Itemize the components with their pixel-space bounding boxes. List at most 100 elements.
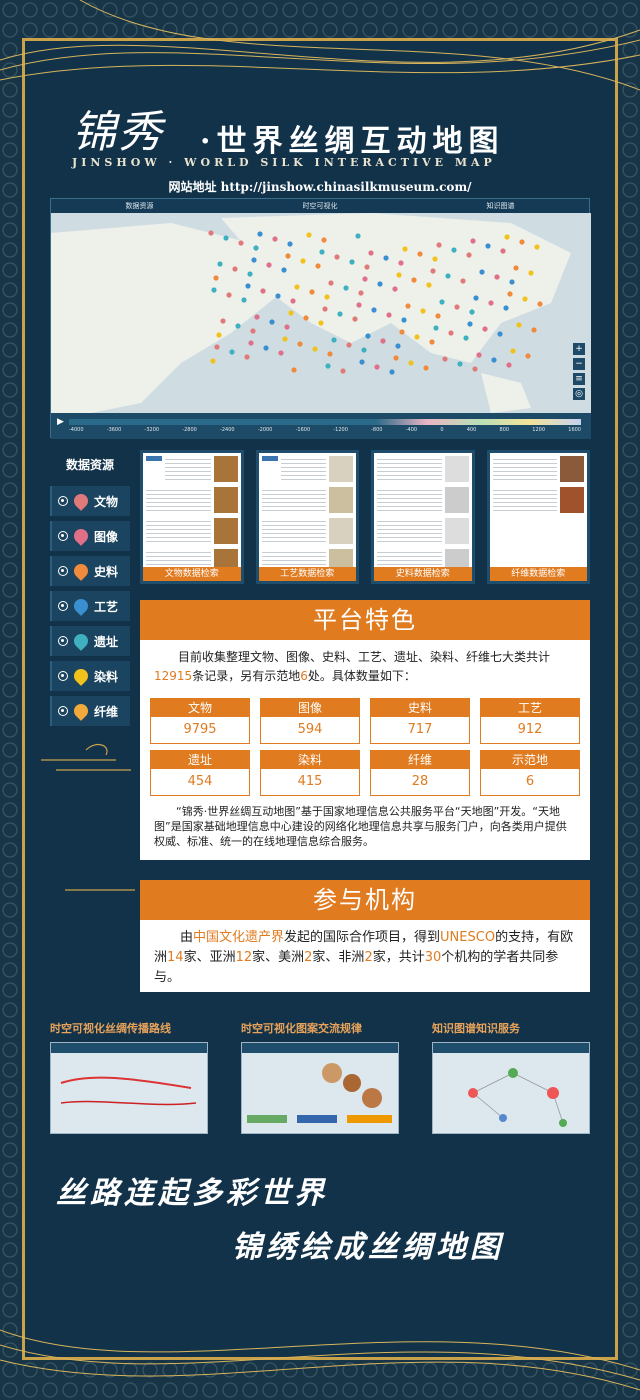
map-pin[interactable]: [457, 361, 463, 367]
map-pin[interactable]: [318, 320, 324, 326]
map-pin[interactable]: [309, 289, 315, 295]
map-pin[interactable]: [386, 312, 392, 318]
map-pin[interactable]: [331, 337, 337, 343]
showcase-pattern-exchange[interactable]: 时空可视化图案交流规律: [241, 1020, 399, 1136]
historical-search-card[interactable]: 史料数据检索: [371, 450, 475, 584]
zoom-out-icon[interactable]: −: [573, 358, 585, 370]
sidebar-item-6[interactable]: 纤维: [50, 696, 130, 726]
radio-icon[interactable]: [58, 601, 68, 611]
map-pin[interactable]: [503, 305, 509, 311]
map-pin[interactable]: [525, 353, 531, 359]
radio-icon[interactable]: [58, 706, 68, 716]
map-pin[interactable]: [504, 234, 510, 240]
map-pin[interactable]: [445, 273, 451, 279]
radio-icon[interactable]: [58, 496, 68, 506]
map-pin[interactable]: [217, 261, 223, 267]
map-pin[interactable]: [491, 357, 497, 363]
map-pin[interactable]: [216, 332, 222, 338]
artifact-search-card[interactable]: 文物数据检索: [140, 450, 244, 584]
map-pin[interactable]: [472, 366, 478, 372]
map-pin[interactable]: [266, 262, 272, 268]
sidebar-item-4[interactable]: 遗址: [50, 626, 130, 656]
locate-icon[interactable]: ◎: [573, 388, 585, 400]
map-pin[interactable]: [467, 321, 473, 327]
map-pin[interactable]: [250, 328, 256, 334]
map-pin[interactable]: [275, 293, 281, 299]
fiber-search-card[interactable]: 纤维数据检索: [486, 450, 590, 584]
map-pin[interactable]: [528, 270, 534, 276]
map-pin[interactable]: [235, 323, 241, 329]
map-pin[interactable]: [510, 348, 516, 354]
website-address[interactable]: 网站地址 http://jinshow.chinasilkmuseum.com/: [0, 178, 640, 195]
map-pin[interactable]: [506, 362, 512, 368]
map-pin[interactable]: [349, 259, 355, 265]
map-pin[interactable]: [263, 345, 269, 351]
map-pin[interactable]: [448, 330, 454, 336]
map-pin[interactable]: [519, 239, 525, 245]
map-pin[interactable]: [383, 255, 389, 261]
map-pin[interactable]: [380, 338, 386, 344]
map-pin[interactable]: [328, 280, 334, 286]
map-pin[interactable]: [359, 359, 365, 365]
map-pin[interactable]: [294, 284, 300, 290]
sidebar-item-2[interactable]: 史料: [50, 556, 130, 586]
map-pin[interactable]: [287, 241, 293, 247]
map-pin[interactable]: [365, 333, 371, 339]
map-pin[interactable]: [423, 365, 429, 371]
map-pin[interactable]: [244, 354, 250, 360]
map-pin[interactable]: [324, 294, 330, 300]
map-pin[interactable]: [395, 343, 401, 349]
map-pin[interactable]: [482, 326, 488, 332]
map-pin[interactable]: [420, 308, 426, 314]
map-pin[interactable]: [356, 302, 362, 308]
map-pin[interactable]: [531, 327, 537, 333]
map-pin[interactable]: [494, 274, 500, 280]
map-pin[interactable]: [253, 245, 259, 251]
map-pin[interactable]: [232, 266, 238, 272]
map-pin[interactable]: [485, 243, 491, 249]
map-pin[interactable]: [454, 304, 460, 310]
map-pin[interactable]: [325, 363, 331, 369]
map-pin[interactable]: [435, 313, 441, 319]
map-pin[interactable]: [466, 252, 472, 258]
map-pin[interactable]: [284, 324, 290, 330]
map-pin[interactable]: [374, 364, 380, 370]
map-pin[interactable]: [358, 290, 364, 296]
map-pin[interactable]: [272, 236, 278, 242]
map-pin[interactable]: [426, 282, 432, 288]
map-pin[interactable]: [260, 288, 266, 294]
map-pin[interactable]: [401, 317, 407, 323]
play-icon[interactable]: ▶: [57, 417, 64, 427]
map-pin[interactable]: [476, 352, 482, 358]
zoom-in-icon[interactable]: +: [573, 343, 585, 355]
timeline-slider[interactable]: ▶ -4000 -3600 -3200 -2800 -2400 -2000 -1600 -12…: [51, 413, 591, 439]
map-pin[interactable]: [337, 311, 343, 317]
layers-icon[interactable]: ≡: [573, 373, 585, 385]
map-pin[interactable]: [282, 336, 288, 342]
world-map[interactable]: + − ≡ ◎: [51, 213, 591, 413]
map-pin[interactable]: [288, 310, 294, 316]
map-pin[interactable]: [254, 314, 260, 320]
map-pin[interactable]: [417, 251, 423, 257]
map-pin[interactable]: [442, 356, 448, 362]
map-pin[interactable]: [321, 237, 327, 243]
map-pin[interactable]: [291, 367, 297, 373]
map-pin[interactable]: [470, 238, 476, 244]
map-pin[interactable]: [247, 271, 253, 277]
map-pin[interactable]: [414, 334, 420, 340]
craft-search-card[interactable]: 工艺数据检索: [255, 450, 359, 584]
map-pin[interactable]: [214, 344, 220, 350]
map-pin[interactable]: [507, 291, 513, 297]
map-pin[interactable]: [281, 267, 287, 273]
map-pin[interactable]: [439, 299, 445, 305]
sidebar-item-5[interactable]: 染料: [50, 661, 130, 691]
map-pin[interactable]: [355, 233, 361, 239]
sidebar-item-0[interactable]: 文物: [50, 486, 130, 516]
map-pin[interactable]: [229, 349, 235, 355]
map-pin[interactable]: [488, 300, 494, 306]
map-pin[interactable]: [211, 287, 217, 293]
map-pin[interactable]: [213, 275, 219, 281]
sidebar-item-3[interactable]: 工艺: [50, 591, 130, 621]
map-pin[interactable]: [297, 341, 303, 347]
map-pin[interactable]: [285, 253, 291, 259]
